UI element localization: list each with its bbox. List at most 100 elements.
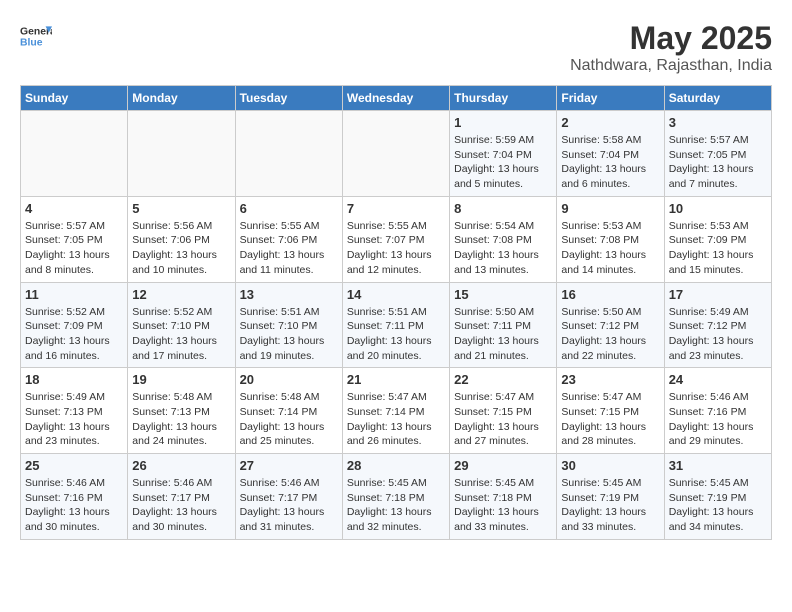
day-info: Sunrise: 5:47 AMSunset: 7:15 PMDaylight:…: [454, 390, 552, 449]
calendar-cell: 17 Sunrise: 5:49 AMSunset: 7:12 PMDayligh…: [664, 282, 771, 368]
day-info: Sunrise: 5:49 AMSunset: 7:13 PMDaylight:…: [25, 390, 123, 449]
day-number: 1: [454, 115, 552, 130]
calendar-cell: 25Sunrise: 5:46 AMSunset: 7:16 PMDayligh…: [21, 454, 128, 540]
location: Nathdwara, Rajasthan, India: [570, 57, 772, 75]
day-header-thursday: Thursday: [450, 86, 557, 111]
day-info: Sunrise: 5:46 AMSunset: 7:17 PMDaylight:…: [132, 476, 230, 535]
title-block: May 2025 Nathdwara, Rajasthan, India: [570, 20, 772, 75]
calendar-cell: 21Sunrise: 5:47 AMSunset: 7:14 PMDayligh…: [342, 368, 449, 454]
calendar-cell: 10Sunrise: 5:53 AMSunset: 7:09 PMDayligh…: [664, 196, 771, 282]
calendar-week-1: 1 Sunrise: 5:59 AMSunset: 7:04 PMDaylight…: [21, 111, 772, 197]
day-number: 30: [561, 458, 659, 473]
day-info: Sunrise: 5:48 AMSunset: 7:13 PMDaylight:…: [132, 390, 230, 449]
calendar-week-5: 25Sunrise: 5:46 AMSunset: 7:16 PMDayligh…: [21, 454, 772, 540]
day-header-friday: Friday: [557, 86, 664, 111]
calendar-cell: 20 Sunrise: 5:48 AMSunset: 7:14 PMDayligh…: [235, 368, 342, 454]
day-info: Sunrise: 5:45 AMSunset: 7:19 PMDaylight:…: [669, 476, 767, 535]
svg-text:Blue: Blue: [20, 38, 43, 49]
calendar-cell: 30 Sunrise: 5:45 AMSunset: 7:19 PMDayligh…: [557, 454, 664, 540]
day-number: 9: [561, 201, 659, 216]
day-info: Sunrise: 5:45 AMSunset: 7:19 PMDaylight:…: [561, 476, 659, 535]
day-number: 28: [347, 458, 445, 473]
calendar-cell: 24Sunrise: 5:46 AMSunset: 7:16 PMDayligh…: [664, 368, 771, 454]
day-info: Sunrise: 5:50 AMSunset: 7:11 PMDaylight:…: [454, 305, 552, 364]
day-info: Sunrise: 5:57 AMSunset: 7:05 PMDaylight:…: [669, 133, 767, 192]
day-header-monday: Monday: [128, 86, 235, 111]
day-number: 5: [132, 201, 230, 216]
day-number: 16: [561, 287, 659, 302]
day-info: Sunrise: 5:53 AMSunset: 7:08 PMDaylight:…: [561, 219, 659, 278]
calendar-cell: 22 Sunrise: 5:47 AMSunset: 7:15 PMDayligh…: [450, 368, 557, 454]
day-number: 22: [454, 372, 552, 387]
calendar-week-2: 4 Sunrise: 5:57 AMSunset: 7:05 PMDaylight…: [21, 196, 772, 282]
day-number: 26: [132, 458, 230, 473]
day-number: 7: [347, 201, 445, 216]
calendar-cell: 7Sunrise: 5:55 AMSunset: 7:07 PMDaylight…: [342, 196, 449, 282]
calendar-cell: 16 Sunrise: 5:50 AMSunset: 7:12 PMDayligh…: [557, 282, 664, 368]
calendar-cell: [342, 111, 449, 197]
calendar-cell: [128, 111, 235, 197]
calendar-cell: 14Sunrise: 5:51 AMSunset: 7:11 PMDayligh…: [342, 282, 449, 368]
day-number: 29: [454, 458, 552, 473]
day-info: Sunrise: 5:55 AMSunset: 7:06 PMDaylight:…: [240, 219, 338, 278]
day-info: Sunrise: 5:48 AMSunset: 7:14 PMDaylight:…: [240, 390, 338, 449]
day-number: 15: [454, 287, 552, 302]
day-number: 2: [561, 115, 659, 130]
day-number: 31: [669, 458, 767, 473]
calendar-table: SundayMondayTuesdayWednesdayThursdayFrid…: [20, 85, 772, 540]
calendar-cell: 31 Sunrise: 5:45 AMSunset: 7:19 PMDayligh…: [664, 454, 771, 540]
logo-icon: General Blue: [20, 20, 52, 52]
calendar-cell: 3 Sunrise: 5:57 AMSunset: 7:05 PMDaylight…: [664, 111, 771, 197]
day-number: 27: [240, 458, 338, 473]
calendar-cell: 28 Sunrise: 5:45 AMSunset: 7:18 PMDayligh…: [342, 454, 449, 540]
calendar-cell: 15 Sunrise: 5:50 AMSunset: 7:11 PMDayligh…: [450, 282, 557, 368]
day-number: 6: [240, 201, 338, 216]
day-number: 17: [669, 287, 767, 302]
calendar-cell: 23Sunrise: 5:47 AMSunset: 7:15 PMDayligh…: [557, 368, 664, 454]
calendar-header-row: SundayMondayTuesdayWednesdayThursdayFrid…: [21, 86, 772, 111]
calendar-cell: 19Sunrise: 5:48 AMSunset: 7:13 PMDayligh…: [128, 368, 235, 454]
day-number: 18: [25, 372, 123, 387]
day-info: Sunrise: 5:45 AMSunset: 7:18 PMDaylight:…: [347, 476, 445, 535]
day-header-sunday: Sunday: [21, 86, 128, 111]
day-info: Sunrise: 5:52 AMSunset: 7:10 PMDaylight:…: [132, 305, 230, 364]
calendar-cell: 2 Sunrise: 5:58 AMSunset: 7:04 PMDaylight…: [557, 111, 664, 197]
day-info: Sunrise: 5:57 AMSunset: 7:05 PMDaylight:…: [25, 219, 123, 278]
day-info: Sunrise: 5:49 AMSunset: 7:12 PMDaylight:…: [669, 305, 767, 364]
month-year: May 2025: [570, 20, 772, 57]
calendar-cell: 26 Sunrise: 5:46 AMSunset: 7:17 PMDayligh…: [128, 454, 235, 540]
day-info: Sunrise: 5:58 AMSunset: 7:04 PMDaylight:…: [561, 133, 659, 192]
day-number: 10: [669, 201, 767, 216]
calendar-cell: 9 Sunrise: 5:53 AMSunset: 7:08 PMDaylight…: [557, 196, 664, 282]
day-info: Sunrise: 5:46 AMSunset: 7:16 PMDaylight:…: [25, 476, 123, 535]
day-info: Sunrise: 5:54 AMSunset: 7:08 PMDaylight:…: [454, 219, 552, 278]
day-number: 11: [25, 287, 123, 302]
calendar-cell: 1 Sunrise: 5:59 AMSunset: 7:04 PMDaylight…: [450, 111, 557, 197]
calendar-cell: 4 Sunrise: 5:57 AMSunset: 7:05 PMDaylight…: [21, 196, 128, 282]
calendar-week-4: 18 Sunrise: 5:49 AMSunset: 7:13 PMDayligh…: [21, 368, 772, 454]
logo: General Blue General Blue: [20, 20, 52, 52]
day-header-saturday: Saturday: [664, 86, 771, 111]
calendar-cell: 27 Sunrise: 5:46 AMSunset: 7:17 PMDayligh…: [235, 454, 342, 540]
day-info: Sunrise: 5:50 AMSunset: 7:12 PMDaylight:…: [561, 305, 659, 364]
day-number: 8: [454, 201, 552, 216]
day-number: 20: [240, 372, 338, 387]
day-number: 13: [240, 287, 338, 302]
day-info: Sunrise: 5:47 AMSunset: 7:15 PMDaylight:…: [561, 390, 659, 449]
day-info: Sunrise: 5:46 AMSunset: 7:17 PMDaylight:…: [240, 476, 338, 535]
calendar-cell: 8 Sunrise: 5:54 AMSunset: 7:08 PMDaylight…: [450, 196, 557, 282]
day-number: 12: [132, 287, 230, 302]
calendar-cell: 5 Sunrise: 5:56 AMSunset: 7:06 PMDaylight…: [128, 196, 235, 282]
day-info: Sunrise: 5:59 AMSunset: 7:04 PMDaylight:…: [454, 133, 552, 192]
calendar-cell: 11Sunrise: 5:52 AMSunset: 7:09 PMDayligh…: [21, 282, 128, 368]
day-number: 3: [669, 115, 767, 130]
day-number: 21: [347, 372, 445, 387]
calendar-cell: 6 Sunrise: 5:55 AMSunset: 7:06 PMDaylight…: [235, 196, 342, 282]
calendar-cell: 18 Sunrise: 5:49 AMSunset: 7:13 PMDayligh…: [21, 368, 128, 454]
day-info: Sunrise: 5:56 AMSunset: 7:06 PMDaylight:…: [132, 219, 230, 278]
day-number: 4: [25, 201, 123, 216]
day-info: Sunrise: 5:51 AMSunset: 7:10 PMDaylight:…: [240, 305, 338, 364]
calendar-cell: [235, 111, 342, 197]
calendar-week-3: 11Sunrise: 5:52 AMSunset: 7:09 PMDayligh…: [21, 282, 772, 368]
calendar-cell: [21, 111, 128, 197]
